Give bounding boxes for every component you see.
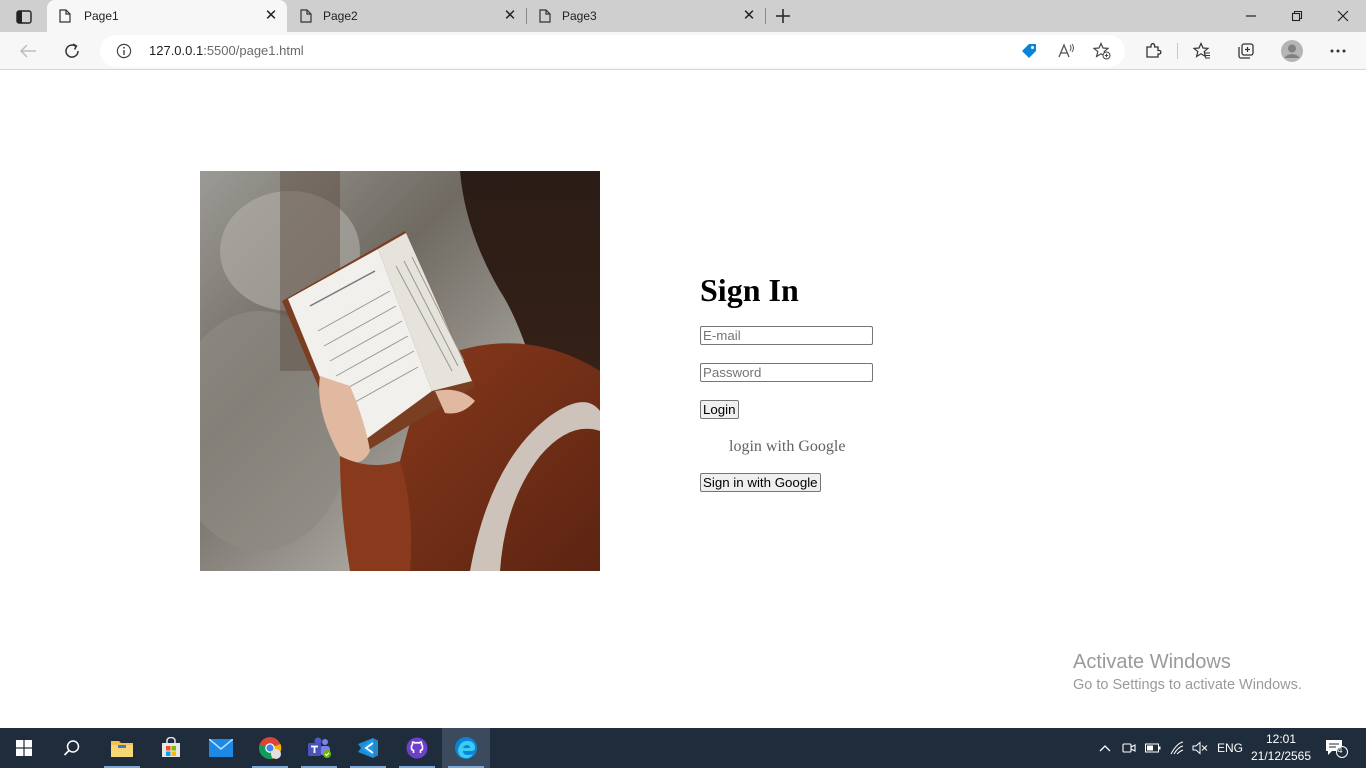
tab-title: Page2 — [323, 9, 358, 23]
minimize-button[interactable] — [1240, 6, 1262, 26]
favorites-button[interactable] — [1190, 39, 1214, 63]
refresh-icon — [65, 43, 79, 58]
page-icon — [539, 9, 551, 23]
collections-button[interactable] — [1234, 39, 1258, 63]
taskbar-teams[interactable] — [295, 728, 343, 768]
refresh-button[interactable] — [60, 39, 84, 63]
page-icon — [300, 9, 312, 23]
edge-icon — [455, 737, 477, 759]
add-favorite-icon[interactable] — [1093, 42, 1111, 60]
windows-logo-icon — [16, 740, 32, 756]
taskbar-clock[interactable]: 12:01 21/12/2565 — [1248, 731, 1314, 765]
close-tab-icon[interactable]: ✕ — [502, 7, 518, 24]
close-icon — [1337, 10, 1349, 22]
sign-in-with-google-button[interactable]: Sign in with Google — [700, 473, 821, 492]
windows-taskbar: ENG 12:01 21/12/2565 4 — [0, 728, 1366, 768]
tab-page2[interactable]: Page2 ✕ — [288, 0, 526, 32]
avatar-icon — [1281, 40, 1303, 62]
back-arrow-icon — [19, 44, 36, 58]
close-tab-icon[interactable]: ✕ — [263, 7, 279, 24]
search-icon — [63, 740, 80, 756]
back-button[interactable] — [16, 39, 40, 63]
tab-title: Page1 — [84, 9, 119, 23]
page-icon — [59, 9, 71, 23]
start-button[interactable] — [0, 728, 48, 768]
taskbar-microsoft-store[interactable] — [147, 728, 195, 768]
restore-icon — [1291, 10, 1303, 22]
taskbar-github-desktop[interactable] — [393, 728, 441, 768]
address-url: 127.0.0.1:5500/page1.html — [149, 43, 304, 58]
folder-icon — [111, 741, 133, 757]
close-window-button[interactable] — [1332, 6, 1354, 26]
tab-divider — [765, 8, 766, 24]
tab-page1[interactable]: Page1 ✕ — [47, 0, 287, 32]
activation-watermark-title: Activate Windows — [1073, 651, 1231, 673]
github-icon — [406, 737, 428, 759]
notification-count: 4 — [1337, 745, 1343, 755]
minimize-icon — [1246, 15, 1256, 17]
login-with-google-text: login with Google — [729, 438, 846, 455]
tab-page3[interactable]: Page3 ✕ — [527, 0, 765, 32]
restore-button[interactable] — [1286, 6, 1308, 26]
battery-status[interactable] — [1142, 728, 1164, 768]
sign-in-form: Sign In Login login with Google Sign in … — [700, 270, 1000, 492]
vscode-icon — [358, 738, 378, 758]
login-button[interactable]: Login — [700, 400, 739, 419]
clock-date: 21/12/2565 — [1250, 749, 1312, 763]
extensions-button[interactable] — [1141, 39, 1165, 63]
teams-icon — [308, 737, 331, 758]
new-tab-button[interactable] — [772, 6, 794, 26]
chrome-icon — [259, 737, 282, 759]
battery-icon — [1145, 743, 1161, 753]
password-field[interactable] — [700, 363, 873, 382]
meet-now-button[interactable] — [1118, 728, 1140, 768]
taskbar-chrome[interactable] — [246, 728, 294, 768]
shopping-tag-icon[interactable] — [1020, 42, 1038, 60]
notification-center-button[interactable]: 4 — [1320, 728, 1352, 768]
wifi-icon — [1170, 741, 1184, 755]
mail-icon — [209, 739, 233, 757]
volume-muted-icon — [1192, 741, 1208, 755]
sign-in-heading: Sign In — [700, 272, 799, 308]
url-host: 127.0.0.1 — [149, 43, 204, 58]
collections-icon — [1238, 43, 1254, 59]
network-status[interactable] — [1166, 728, 1188, 768]
site-info-icon[interactable] — [116, 43, 132, 59]
taskbar-edge[interactable] — [442, 728, 490, 768]
hero-photo-woman-reading-book — [200, 171, 600, 571]
taskbar-mail[interactable] — [197, 728, 245, 768]
settings-menu-button[interactable] — [1326, 39, 1350, 63]
more-dots-icon — [1330, 49, 1346, 53]
puzzle-icon — [1146, 43, 1162, 58]
taskbar-vscode[interactable] — [344, 728, 392, 768]
toolbar-divider — [1177, 43, 1178, 59]
url-path: :5500/page1.html — [203, 43, 304, 58]
browser-toolbar: 127.0.0.1:5500/page1.html — [0, 32, 1366, 70]
close-tab-icon[interactable]: ✕ — [741, 7, 757, 24]
email-field[interactable] — [700, 326, 873, 345]
tab-title: Page3 — [562, 9, 597, 23]
profile-button[interactable] — [1280, 39, 1304, 63]
chevron-up-icon — [1099, 745, 1111, 752]
volume-control[interactable] — [1189, 728, 1211, 768]
browser-tab-strip: Page1 ✕ Page2 ✕ Page3 ✕ — [0, 0, 1366, 32]
search-button[interactable] — [48, 728, 96, 768]
store-bag-icon — [162, 737, 180, 757]
show-hidden-icons-button[interactable] — [1094, 728, 1116, 768]
tab-actions-icon[interactable] — [8, 6, 40, 28]
activation-watermark-subtitle: Go to Settings to activate Windows. — [1073, 677, 1302, 693]
read-aloud-icon[interactable] — [1057, 42, 1075, 60]
input-language-indicator[interactable]: ENG — [1212, 728, 1248, 768]
clock-time: 12:01 — [1265, 732, 1297, 746]
address-bar[interactable]: 127.0.0.1:5500/page1.html — [100, 35, 1125, 67]
plus-icon — [776, 9, 790, 23]
favorites-star-icon — [1193, 42, 1210, 59]
camera-icon — [1122, 743, 1136, 753]
taskbar-file-explorer[interactable] — [98, 728, 146, 768]
